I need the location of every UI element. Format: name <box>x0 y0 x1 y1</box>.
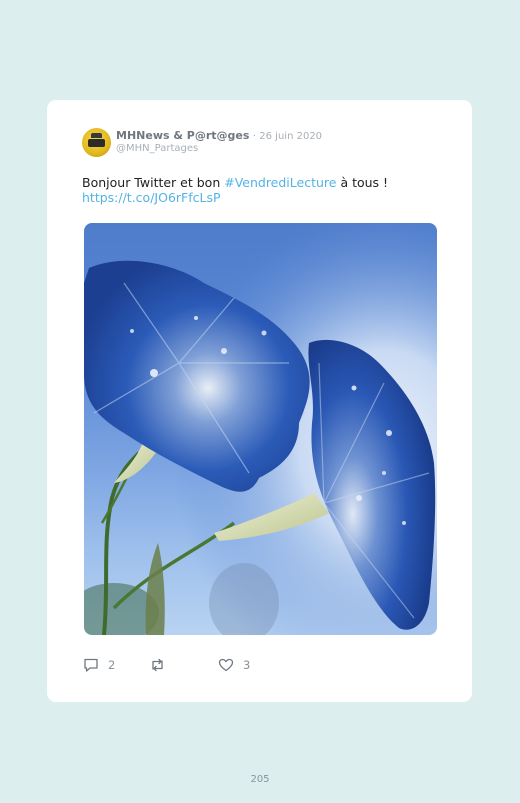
tweet-text-end: à tous ! <box>336 175 389 190</box>
tweet-text: Bonjour Twitter et bon #VendrediLecture … <box>82 175 442 205</box>
reply-button[interactable]: 2 <box>83 656 115 674</box>
like-count: 3 <box>243 658 251 672</box>
tweet-image[interactable] <box>84 223 437 635</box>
author-name[interactable]: MHNews & P@rt@ges <box>116 129 249 142</box>
heart-icon <box>218 658 234 672</box>
like-button[interactable]: 3 <box>218 656 250 674</box>
hashtag-link[interactable]: #VendrediLecture <box>224 175 336 190</box>
mhnews-logo-icon <box>91 133 102 138</box>
tweet-card: MHNews & P@rt@ges · 26 juin 2020 @MHN_Pa… <box>47 100 472 702</box>
author-handle[interactable]: @MHN_Partages <box>116 143 198 154</box>
tweet-text-start: Bonjour Twitter et bon <box>82 175 225 190</box>
author-line: MHNews & P@rt@ges · 26 juin 2020 <box>116 129 322 142</box>
reply-count: 2 <box>108 658 116 672</box>
page-number: 205 <box>250 774 270 785</box>
morning-glory-image <box>84 223 437 635</box>
tweet-url-link[interactable]: https://t.co/JO6rFfcLsP <box>82 190 221 205</box>
reply-icon <box>84 658 98 672</box>
avatar[interactable] <box>82 128 111 157</box>
retweet-icon <box>152 658 163 672</box>
tweet-date[interactable]: · 26 juin 2020 <box>253 131 322 142</box>
retweet-button[interactable] <box>149 656 166 674</box>
